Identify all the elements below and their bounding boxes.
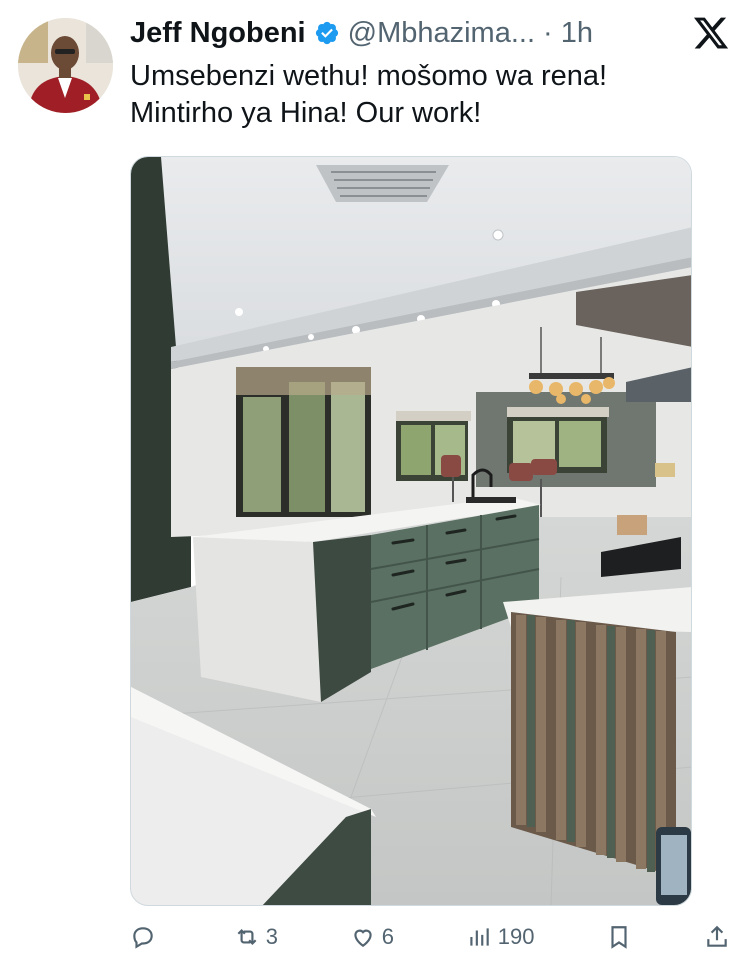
timestamp[interactable]: 1h	[561, 17, 593, 50]
share-icon	[704, 924, 730, 956]
kitchen-photo	[131, 157, 691, 905]
views-count: 190	[497, 924, 535, 949]
views-button[interactable]: 190	[466, 924, 535, 956]
verified-badge-icon	[314, 20, 340, 46]
like-count: 6	[381, 924, 394, 949]
retweet-icon	[234, 924, 260, 956]
heart-icon	[350, 924, 376, 956]
user-handle[interactable]: @Mbhazima...	[348, 17, 535, 50]
like-button[interactable]: 6	[350, 924, 394, 954]
reply-icon	[130, 924, 156, 956]
tweet-text-line-2: Mintirho ya Hina! Our work!	[130, 97, 482, 129]
views-icon	[466, 924, 492, 956]
display-name[interactable]: Jeff Ngobeni	[130, 17, 306, 50]
tweet-action-bar: 3 6 190	[130, 924, 730, 954]
reply-button[interactable]	[130, 924, 162, 954]
share-button[interactable]	[704, 924, 730, 954]
bookmark-icon	[606, 924, 632, 956]
bookmark-button[interactable]	[606, 924, 632, 954]
avatar-image	[18, 18, 113, 113]
tweet-text-line-1: Umsebenzi wethu! mošomo wa rena!	[130, 60, 608, 92]
tweet-header: Jeff Ngobeni @Mbhazima... · 1h	[130, 14, 593, 52]
x-logo-icon[interactable]	[692, 14, 730, 52]
separator-dot: ·	[543, 16, 553, 49]
retweet-count: 3	[265, 924, 278, 949]
retweet-button[interactable]: 3	[234, 924, 278, 954]
tweet-text: Umsebenzi wethu! mošomo wa rena! Mintirh…	[130, 58, 720, 132]
avatar[interactable]	[18, 18, 113, 113]
tweet-media-photo[interactable]	[130, 156, 692, 906]
